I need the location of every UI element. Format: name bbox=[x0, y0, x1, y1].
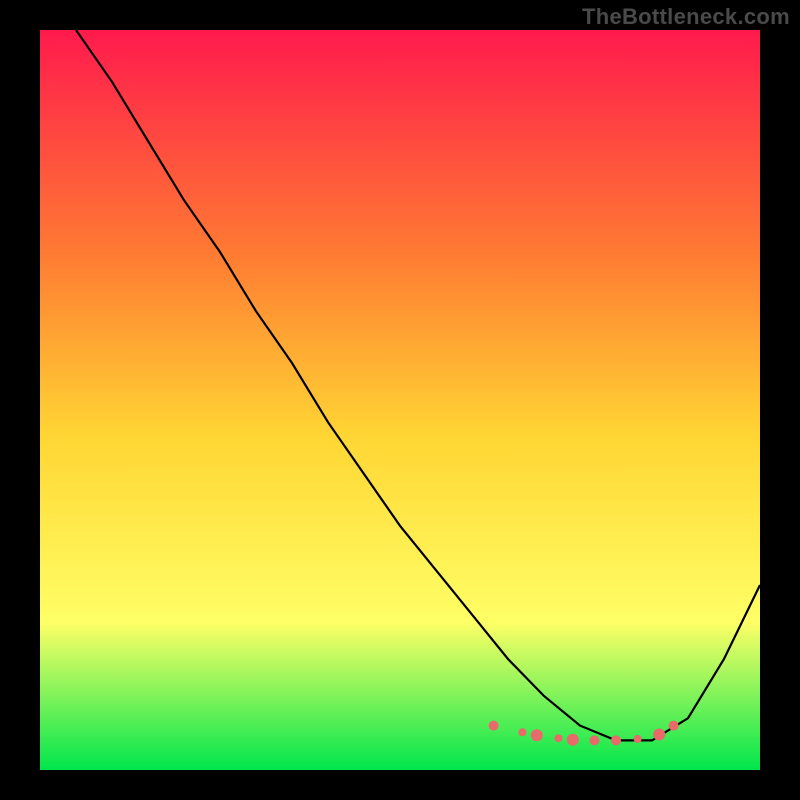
optimal-marker bbox=[489, 721, 499, 731]
optimal-marker bbox=[518, 728, 526, 736]
optimal-marker bbox=[567, 734, 579, 746]
optimal-marker bbox=[653, 729, 665, 741]
watermark-text: TheBottleneck.com bbox=[582, 4, 790, 30]
plot-area bbox=[40, 30, 760, 770]
chart-svg bbox=[40, 30, 760, 770]
optimal-marker bbox=[554, 734, 562, 742]
optimal-marker bbox=[611, 735, 621, 745]
optimal-marker bbox=[589, 735, 599, 745]
optimal-marker bbox=[634, 735, 642, 743]
chart-container: TheBottleneck.com bbox=[0, 0, 800, 800]
optimal-marker bbox=[669, 721, 679, 731]
optimal-marker bbox=[531, 729, 543, 741]
